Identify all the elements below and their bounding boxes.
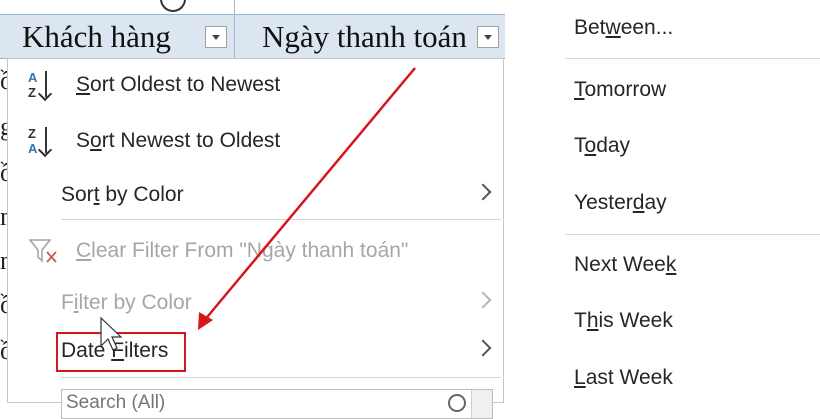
submenu-item-tomorrow[interactable]: Tomorrow [565,66,820,114]
submenu-item-label: Tomorrow [574,78,667,101]
scrollbar[interactable] [471,390,492,418]
chevron-right-icon [474,339,492,357]
menu-item-label: Sort Newest to Oldest [76,129,281,152]
chevron-down-icon [484,35,492,40]
submenu-item-last-week[interactable]: Last Week [565,354,820,402]
submenu-item-label: Between... [574,16,674,39]
submenu-item-label: Next Week [574,253,677,276]
submenu-item-label: This Week [574,309,673,332]
sort-ascending-icon: A Z [28,69,60,103]
submenu-item-label: Last Week [574,366,673,389]
filter-search-box[interactable] [61,389,493,419]
column-divider [234,0,235,14]
top-row-strip [0,0,505,15]
menu-item-label: Clear Filter From "Ngày thanh toán" [76,239,409,262]
menu-item-label: Sort Oldest to Newest [76,73,281,96]
cut-off-text-glyph [160,0,186,12]
highlight-box [56,332,186,372]
submenu-item-today[interactable]: Today [565,122,820,170]
submenu-item-label: Yesterday [574,191,667,214]
menu-item-sort-newest-to-oldest[interactable]: Z A Sort Newest to Oldest [8,121,503,161]
menu-item-label: Filter by Color [61,291,192,314]
sort-descending-icon: Z A [28,125,60,159]
search-icon [448,394,466,412]
clear-filter-icon [28,239,57,263]
menu-separator [61,219,501,220]
chevron-right-icon [474,183,492,201]
menu-item-label: Sort by Color [61,183,184,206]
menu-separator [61,377,501,378]
column-header-ngay-thanh-toan[interactable]: Ngày thanh toán [262,15,474,58]
filter-dropdown-button-khach-hang[interactable] [205,26,227,48]
menu-item-clear-filter[interactable]: Clear Filter From "Ngày thanh toán" [8,231,503,271]
chevron-right-icon [474,291,492,309]
menu-item-filter-by-color[interactable]: Filter by Color [8,283,503,323]
header-row: Khách hàng Ngày thanh toán [0,15,505,59]
submenu-item-next-week[interactable]: Next Week [565,241,820,289]
date-filters-submenu: Between... Tomorrow Today Yesterday Next… [565,0,820,401]
column-header-khach-hang[interactable]: Khách hàng [22,15,212,58]
submenu-item-label: Today [574,134,631,157]
submenu-item-between[interactable]: Between... [565,4,820,52]
search-input[interactable] [66,392,446,414]
column-divider [234,15,235,58]
menu-item-sort-by-color[interactable]: Sort by Color [8,175,503,215]
submenu-item-yesterday[interactable]: Yesterday [565,179,820,227]
menu-item-sort-oldest-to-newest[interactable]: A Z Sort Oldest to Newest [8,65,503,105]
menu-separator [565,58,820,59]
chevron-down-icon [212,35,220,40]
autofilter-menu: A Z Sort Oldest to Newest Z A Sort Newes… [7,58,504,419]
submenu-item-this-week[interactable]: This Week [565,297,820,345]
filter-dropdown-button-ngay-thanh-toan[interactable] [477,26,499,48]
menu-separator [565,234,820,235]
